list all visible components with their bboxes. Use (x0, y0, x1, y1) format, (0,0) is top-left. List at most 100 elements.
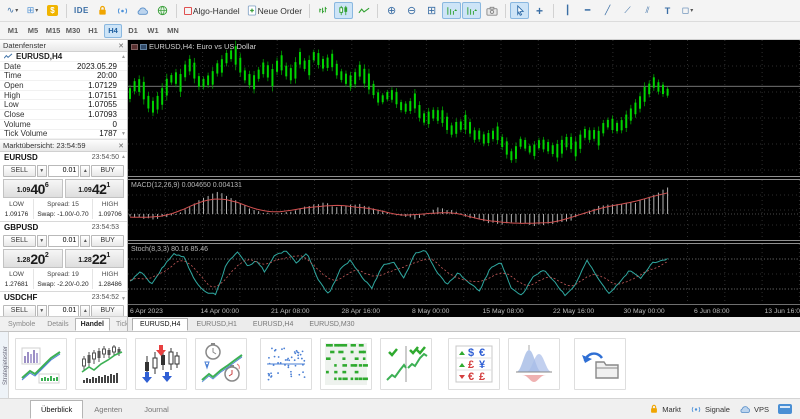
sell-button[interactable]: SELL (3, 164, 36, 177)
algo-trading-button[interactable]: Algo-Handel (181, 2, 243, 19)
sell-button[interactable]: SELL (3, 304, 36, 316)
auto-scroll-button[interactable] (442, 2, 462, 19)
zoom-in-button[interactable]: ⊕ (382, 2, 401, 19)
lot-input[interactable] (47, 234, 80, 247)
timeframe-h1[interactable]: H1 (84, 24, 102, 38)
tester-vertical-tab[interactable]: Strategietester (0, 332, 9, 398)
timeframe-m1[interactable]: M1 (4, 24, 22, 38)
data-window-symbol-row[interactable]: EURUSD,H4 (0, 52, 127, 62)
tab-ticks[interactable]: Ticks (110, 318, 127, 331)
tile-windows-button[interactable]: ⊞ (422, 2, 441, 19)
currency-table-thumbnail[interactable]: $ € £ ¥ € £ (448, 338, 500, 390)
tester-tab-agenten[interactable]: Agenten (83, 400, 133, 419)
timeframe-d1[interactable]: D1 (124, 24, 142, 38)
shapes-tool-button[interactable]: ◻ ▾ (678, 2, 697, 19)
screenshot-button[interactable] (482, 2, 501, 19)
data-window-header[interactable]: Datenfenster ✕ (0, 40, 127, 52)
close-icon[interactable]: ✕ (118, 142, 124, 150)
report-thumbnail[interactable] (15, 338, 67, 390)
timeframe-mn[interactable]: MN (164, 24, 182, 38)
vertical-line-tool-button[interactable]: ┃ (558, 2, 577, 19)
window-layout-button[interactable]: ⊞ ▾ (23, 2, 42, 19)
lot-input[interactable] (47, 164, 80, 177)
macd-pane[interactable]: MACD(12,26,9) 0.004650 0.004131 (128, 179, 800, 240)
buy-price[interactable]: 1.09 42 1 (64, 179, 124, 198)
pattern-thumbnail[interactable] (320, 338, 372, 390)
main-chart-pane[interactable]: EURUSD,H4: Euro vs US Dollar (128, 40, 800, 176)
status-market[interactable]: Markt (649, 404, 681, 414)
community-button[interactable] (153, 2, 172, 19)
vps-button[interactable] (133, 2, 152, 19)
sell-button[interactable]: SELL (3, 234, 36, 247)
trade-arrows-thumbnail[interactable] (135, 338, 187, 390)
buy-button[interactable]: BUY (91, 234, 124, 247)
buy-price[interactable]: 1.28 22 1 (64, 249, 124, 268)
line-chart-mode-button[interactable] (354, 2, 373, 19)
buy-button[interactable]: BUY (91, 164, 124, 177)
text-tool-button[interactable]: T (658, 2, 677, 19)
sell-price[interactable]: 1.28 20 2 (3, 249, 63, 268)
trendline-angle-tool-button[interactable]: ⟋ (618, 2, 637, 19)
lot-dropdown-button[interactable]: ▼ (36, 304, 47, 316)
candlestick-mode-button[interactable] (334, 2, 354, 19)
scroll-up-icon[interactable]: ▲ (121, 154, 126, 160)
lot-up-button[interactable]: ▲ (80, 164, 91, 177)
timeframe-m30[interactable]: M30 (64, 24, 82, 38)
lot-dropdown-button[interactable]: ▼ (36, 164, 47, 177)
market-button[interactable] (93, 2, 112, 19)
market-watch-toggle-button[interactable]: $ (43, 2, 62, 19)
horizontal-line-tool-button[interactable]: ━ (578, 2, 597, 19)
equidistant-channel-tool-button[interactable]: ⫽ (638, 2, 657, 19)
symbol-row[interactable]: GBPUSD 23:54:53 (0, 222, 127, 233)
scroll-down-icon[interactable]: ▼ (121, 296, 126, 302)
virtual-keyboard-icon[interactable] (778, 404, 792, 414)
checkmark-chart-thumbnail[interactable] (380, 338, 432, 390)
lot-dropdown-button[interactable]: ▼ (36, 234, 47, 247)
crosshair-tool-button[interactable]: + (530, 2, 549, 19)
cursor-tool-button[interactable] (510, 2, 530, 19)
symbol-row[interactable]: USDCHF 23:54:52 (0, 292, 127, 303)
signals-button[interactable] (113, 2, 132, 19)
chart-profile-button[interactable]: ∿ ▾ (3, 2, 22, 19)
trendline-tool-button[interactable]: ╱ (598, 2, 617, 19)
stochastic-pane[interactable]: Stoch(8,3,3) 80.16 85.46 (128, 243, 800, 304)
chart-tab-eurusd-h4-2[interactable]: EURUSD,H4 (245, 318, 301, 331)
scatter-thumbnail[interactable] (260, 338, 312, 390)
zoom-out-button[interactable]: ⊖ (402, 2, 421, 19)
chart-tab-eurusd-m30-3[interactable]: EURUSD,M30 (301, 318, 362, 331)
lot-up-button[interactable]: ▲ (80, 234, 91, 247)
chart-shift-button[interactable] (462, 2, 482, 19)
metaeditor-button[interactable]: IDE (71, 2, 92, 19)
timeframe-w1[interactable]: W1 (144, 24, 162, 38)
timeframe-h4[interactable]: H4 (104, 23, 122, 38)
candlestick-thumbnail[interactable] (75, 338, 127, 390)
tab-symbole[interactable]: Symbole (2, 318, 41, 331)
status-signals-label: Signale (704, 404, 730, 414)
timeframe-m15[interactable]: M15 (44, 24, 62, 38)
restore-folder-thumbnail[interactable] (574, 338, 626, 390)
buy-button[interactable]: BUY (91, 304, 124, 316)
bar-chart-mode-button[interactable] (314, 2, 333, 19)
time-axis[interactable]: 6 Apr 2023 14 Apr 00:00 21 Apr 08:00 28 Apr… (128, 303, 800, 317)
chart-tab-eurusd-h1-1[interactable]: EURUSD,H1 (188, 318, 244, 331)
lot-up-button[interactable]: ▲ (80, 304, 91, 316)
sell-price[interactable]: 1.09 40 6 (3, 179, 63, 198)
chart-tab-eurusd-h4-0[interactable]: EURUSD,H4 (132, 318, 189, 331)
status-signals[interactable]: Signale (690, 405, 730, 414)
scroll-down-icon[interactable]: ▼ (121, 131, 126, 137)
tab-handel[interactable]: Handel (74, 318, 110, 331)
tab-details[interactable]: Details (41, 318, 74, 331)
distribution-thumbnail[interactable] (508, 338, 560, 390)
stopwatch-thumbnail[interactable] (195, 338, 247, 390)
tester-tab--berblick[interactable]: Überblick (30, 400, 84, 419)
timeframe-m5[interactable]: M5 (24, 24, 42, 38)
status-vps[interactable]: VPS (739, 405, 769, 414)
lot-input[interactable] (47, 304, 80, 316)
tester-tab-journal[interactable]: Journal (133, 400, 180, 419)
scroll-up-icon[interactable]: ▲ (121, 54, 126, 60)
new-order-button[interactable]: Neue Order (244, 2, 305, 19)
sidebar: Datenfenster ✕ EURUSD,H4 Date 2023.05.29 T… (0, 40, 128, 331)
market-watch-header[interactable]: Marktübersicht: 23:54:59 ✕ (0, 140, 127, 152)
close-icon[interactable]: ✕ (118, 42, 124, 50)
symbol-row[interactable]: EURUSD 23:54:50 (0, 152, 127, 163)
